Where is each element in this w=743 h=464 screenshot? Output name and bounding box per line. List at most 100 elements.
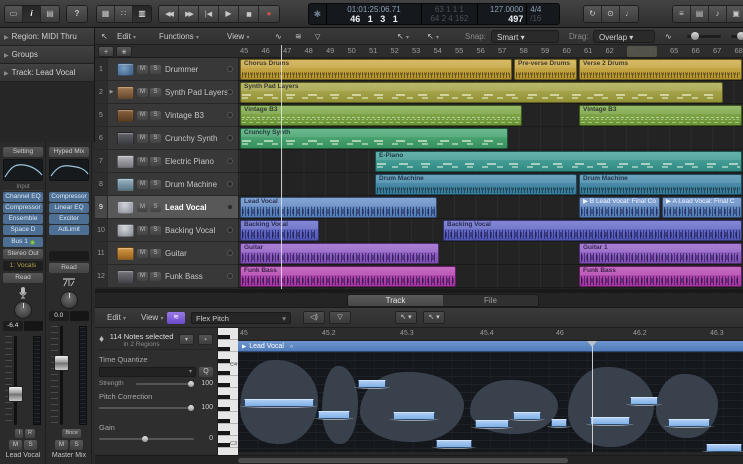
functions-menu[interactable]: Functions ▾ bbox=[155, 30, 203, 43]
plugin-slot[interactable]: Compressor bbox=[49, 192, 89, 202]
library-button[interactable] bbox=[5, 6, 23, 22]
solo-button[interactable]: S bbox=[150, 226, 161, 235]
mute-button[interactable]: M bbox=[137, 180, 148, 189]
region[interactable]: Backing Vocal bbox=[240, 220, 319, 241]
track-row[interactable]: 10 ▶ M S Backing Vocal bbox=[95, 219, 238, 242]
track-lane[interactable]: Synth Pad Layers bbox=[238, 81, 743, 104]
flex-pitch-editor[interactable] bbox=[238, 352, 743, 452]
replace-button[interactable] bbox=[602, 6, 620, 22]
bar-ruler[interactable]: + ⧺ 454647484950515253545556575859606162… bbox=[95, 45, 743, 58]
time-quantize-select[interactable]: ▾ bbox=[99, 367, 196, 377]
cycle-button[interactable] bbox=[584, 6, 602, 22]
flex-pitch-note[interactable] bbox=[668, 419, 710, 427]
track-lane[interactable]: Crunchy Synth bbox=[238, 127, 743, 150]
strip-setting-button[interactable]: Setting bbox=[3, 147, 43, 157]
flex-mode-toggle[interactable] bbox=[167, 312, 185, 324]
strip-mute-button[interactable]: M bbox=[55, 440, 68, 450]
track-name[interactable]: Crunchy Synth bbox=[165, 134, 227, 143]
track-row[interactable]: 12 ▶ M S Funk Bass bbox=[95, 265, 238, 288]
track-row[interactable]: 7 ▶ M S Electric Piano bbox=[95, 150, 238, 173]
view-menu[interactable]: View ▾ bbox=[223, 30, 253, 43]
waveform-zoom-button[interactable] bbox=[661, 30, 676, 43]
track-row[interactable]: 5 ▶ M S Vintage B3 bbox=[95, 104, 238, 127]
track-name[interactable]: Electric Piano bbox=[165, 157, 227, 166]
track-lane[interactable]: E-Piano bbox=[238, 150, 743, 173]
stack-disclosure-icon[interactable]: ▶ bbox=[108, 89, 115, 95]
plugin-slot[interactable]: Ensemble bbox=[3, 214, 43, 224]
eq-thumbnail[interactable] bbox=[3, 159, 43, 181]
region[interactable]: Vintage B3 bbox=[240, 105, 522, 126]
automation-toggle[interactable] bbox=[271, 30, 286, 43]
track-lane[interactable]: Chorus DrumsPre-verse DrumsVerse 2 Drums bbox=[238, 58, 743, 81]
cycle-region[interactable] bbox=[627, 46, 657, 57]
track-lane[interactable]: Funk BassFunk Bass bbox=[238, 265, 743, 288]
fader-cap[interactable] bbox=[8, 386, 23, 402]
send-knob-icon[interactable] bbox=[30, 240, 35, 245]
plugin-slot[interactable]: Linear EQ bbox=[49, 203, 89, 213]
mute-button[interactable]: M bbox=[137, 203, 148, 212]
record-ready-icon[interactable] bbox=[227, 66, 233, 72]
edit-menu[interactable]: Edit ▾ bbox=[113, 30, 140, 43]
track-filter-button[interactable] bbox=[311, 30, 324, 43]
play-button[interactable] bbox=[219, 6, 239, 22]
region-loop-icon[interactable]: ○ bbox=[290, 344, 293, 350]
snap-select[interactable]: Smart ▾ bbox=[491, 30, 559, 43]
track-name[interactable]: Drummer bbox=[165, 65, 227, 74]
solo-button[interactable]: S bbox=[150, 157, 161, 166]
solo-button[interactable]: S bbox=[150, 272, 161, 281]
region[interactable]: ▶ A Lead Vocal: Final C bbox=[662, 197, 742, 218]
solo-button[interactable]: S bbox=[150, 203, 161, 212]
record-ready-icon[interactable] bbox=[227, 250, 233, 256]
track-row[interactable]: 8 ▶ M S Drum Machine bbox=[95, 173, 238, 196]
region[interactable]: Lead Vocal bbox=[240, 197, 437, 218]
region[interactable]: E-Piano bbox=[375, 151, 742, 172]
automation-mode-slot[interactable]: Read bbox=[3, 273, 43, 283]
solo-button[interactable]: S bbox=[150, 65, 161, 74]
vertical-zoom-slider[interactable] bbox=[687, 35, 721, 38]
region[interactable]: Vintage B3 bbox=[579, 105, 742, 126]
track-name[interactable]: Guitar bbox=[165, 249, 227, 258]
mute-button[interactable]: M bbox=[137, 249, 148, 258]
region-inspector-header[interactable]: ▶Region: MIDI Thru bbox=[0, 28, 94, 46]
left-click-tool-menu[interactable]: ▾ bbox=[393, 30, 413, 43]
mute-button[interactable]: M bbox=[137, 111, 148, 120]
gain-slider[interactable] bbox=[99, 438, 194, 440]
region[interactable]: Guitar 1 bbox=[579, 243, 742, 264]
rewind-button[interactable] bbox=[159, 6, 179, 22]
record-button[interactable] bbox=[259, 6, 279, 22]
track-row[interactable]: 9 ▶ M S Lead Vocal bbox=[95, 196, 238, 219]
bounce-button[interactable]: Bnce bbox=[62, 429, 81, 438]
drag-select[interactable]: Overlap ▾ bbox=[593, 30, 655, 43]
track-row[interactable]: 6 ▶ M S Crunchy Synth bbox=[95, 127, 238, 150]
volume-value[interactable]: -6.4 bbox=[3, 321, 23, 331]
editor-left-click-tool[interactable]: ▾ bbox=[395, 311, 417, 324]
solo-button[interactable]: S bbox=[150, 88, 161, 97]
plugin-slot[interactable]: Channel EQ bbox=[3, 192, 43, 202]
lcd-settings-gear-icon[interactable]: ✱ bbox=[309, 4, 327, 24]
record-ready-icon[interactable] bbox=[227, 158, 233, 164]
solo-button[interactable]: S bbox=[150, 180, 161, 189]
region[interactable]: Guitar bbox=[240, 243, 439, 264]
slider-thumb[interactable] bbox=[188, 405, 194, 411]
track-lane[interactable]: Backing Vocal Backing Vocal bbox=[238, 219, 743, 242]
volume-fader[interactable] bbox=[49, 324, 89, 427]
track-name[interactable]: Synth Pad Layers bbox=[165, 88, 227, 97]
inspector-button[interactable] bbox=[23, 6, 41, 22]
eq-thumbnail[interactable] bbox=[49, 159, 89, 181]
slider-thumb[interactable] bbox=[691, 32, 699, 40]
solo-button[interactable]: S bbox=[150, 249, 161, 258]
quick-help-button[interactable] bbox=[67, 6, 87, 22]
scrollbar-thumb[interactable] bbox=[238, 458, 568, 463]
lcd-display[interactable]: ✱ 01:01:25:06.71 46 1 3 1 63 1 1 1 64 2 … bbox=[308, 3, 560, 25]
region[interactable]: Backing Vocal bbox=[443, 220, 742, 241]
fader-cap[interactable] bbox=[54, 355, 69, 371]
region[interactable]: Drum Machine bbox=[579, 174, 742, 195]
hierarchy-button[interactable] bbox=[97, 30, 112, 43]
flex-toggle[interactable] bbox=[291, 30, 306, 43]
track-row[interactable]: 11 ▶ M S Guitar bbox=[95, 242, 238, 265]
tab-file[interactable]: File bbox=[443, 295, 538, 306]
piano-keyboard[interactable]: C4 C3 bbox=[218, 328, 238, 455]
editor-view-menu[interactable]: View ▾ bbox=[137, 311, 167, 325]
mute-button[interactable]: M bbox=[137, 134, 148, 143]
track-name[interactable]: Lead Vocal bbox=[165, 203, 227, 212]
